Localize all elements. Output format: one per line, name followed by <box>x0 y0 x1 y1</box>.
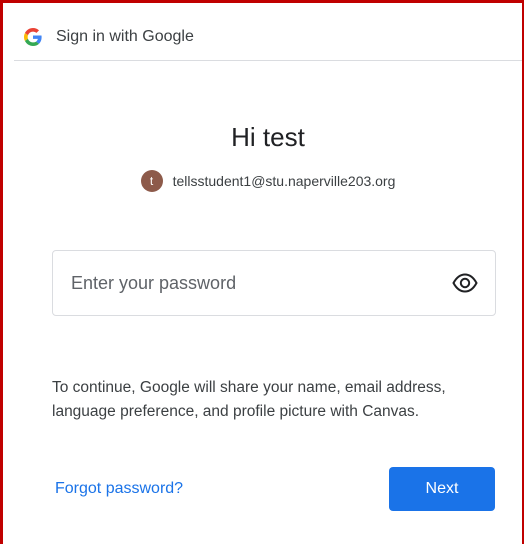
greeting-heading: Hi test <box>231 122 305 152</box>
avatar: t <box>140 170 163 192</box>
data-sharing-notice: To continue, Google will share your name… <box>52 379 446 420</box>
eye-icon[interactable] <box>451 269 479 297</box>
password-input[interactable] <box>53 271 451 295</box>
account-email: tellsstudent1@stu.naperville203.org <box>172 173 396 189</box>
account-chip[interactable]: t tellsstudent1@stu.naperville203.org <box>14 170 522 192</box>
forgot-password-link[interactable]: Forgot password? <box>55 480 183 498</box>
header-title: Sign in with Google <box>56 28 194 45</box>
password-field-container <box>52 250 496 316</box>
next-button[interactable]: Next <box>389 467 495 511</box>
header-bar: Sign in with Google <box>14 14 522 61</box>
google-g-icon <box>24 28 42 46</box>
